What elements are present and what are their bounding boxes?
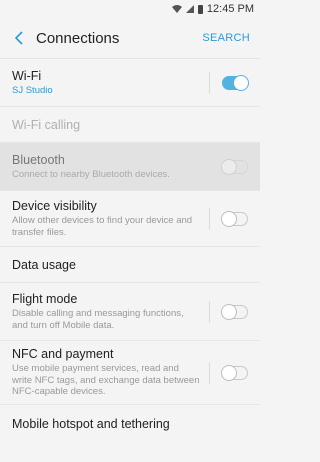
- setting-mobile-hotspot[interactable]: Mobile hotspot and tethering: [0, 405, 260, 443]
- setting-subtitle: SJ Studio: [12, 84, 53, 96]
- nfc-toggle[interactable]: [221, 364, 248, 381]
- settings-list: Wi-Fi SJ Studio Wi-Fi calling Bluetooth …: [0, 59, 260, 443]
- clock: 12:45 PM: [206, 3, 254, 15]
- setting-title: Device visibility: [12, 199, 97, 213]
- setting-subtitle: Connect to nearby Bluetooth devices.: [12, 168, 170, 180]
- wifi-toggle[interactable]: [222, 74, 249, 91]
- status-bar: 12:45 PM: [0, 0, 260, 18]
- setting-bluetooth[interactable]: Bluetooth Connect to nearby Bluetooth de…: [0, 143, 260, 191]
- search-button[interactable]: SEARCH: [202, 32, 250, 44]
- setting-subtitle: Use mobile payment services, read and wr…: [12, 363, 200, 398]
- setting-title: Flight mode: [12, 292, 78, 306]
- wifi-icon: [171, 5, 182, 13]
- setting-subtitle: Allow other devices to find your device …: [12, 215, 193, 238]
- setting-title: Mobile hotspot and tethering: [12, 417, 170, 431]
- divider: [209, 71, 210, 94]
- divider: [209, 361, 210, 384]
- setting-title: Data usage: [12, 257, 76, 272]
- setting-title: NFC and payment: [12, 347, 114, 362]
- chevron-left-icon: [14, 31, 23, 45]
- back-button[interactable]: [4, 18, 34, 58]
- setting-subtitle: Disable calling and messaging functions,…: [12, 308, 184, 331]
- setting-flight-mode[interactable]: Flight mode Disable calling and messagin…: [0, 283, 260, 341]
- setting-title: Wi-Fi calling: [12, 117, 81, 132]
- bluetooth-toggle[interactable]: [221, 158, 248, 175]
- app-bar: Connections SEARCH: [0, 18, 260, 59]
- bottom-edge: [0, 456, 260, 462]
- setting-nfc-payment[interactable]: NFC and payment Use mobile payment servi…: [0, 341, 260, 405]
- setting-wifi[interactable]: Wi-Fi SJ Studio: [0, 59, 260, 107]
- setting-device-visibility[interactable]: Device visibility Allow other devices to…: [0, 191, 260, 247]
- battery-icon: [197, 4, 203, 14]
- divider: [209, 300, 210, 323]
- divider: [209, 207, 210, 230]
- page-title: Connections: [36, 29, 120, 47]
- flight-mode-toggle[interactable]: [221, 303, 248, 320]
- device-visibility-toggle[interactable]: [221, 210, 248, 227]
- setting-data-usage[interactable]: Data usage: [0, 247, 260, 283]
- signal-icon: [185, 5, 194, 13]
- setting-title: Bluetooth: [12, 152, 65, 167]
- setting-wifi-calling: Wi-Fi calling: [0, 107, 260, 143]
- setting-title: Wi-Fi: [12, 68, 42, 83]
